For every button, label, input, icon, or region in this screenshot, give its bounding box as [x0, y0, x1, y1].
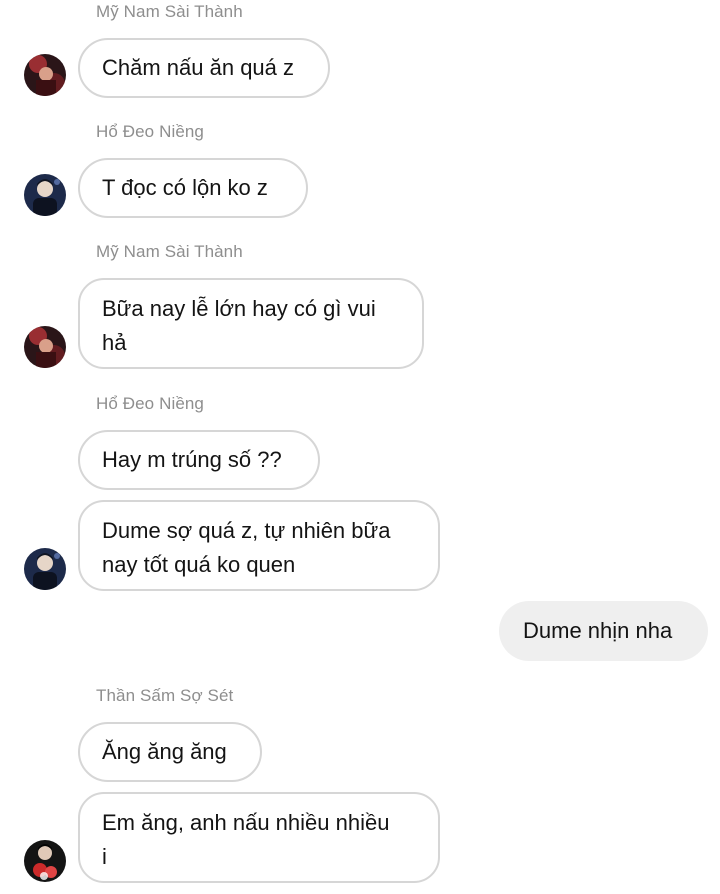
message-text: Dume nhịn nha — [523, 618, 673, 643]
message-line: Dume sợ quá z, tự nhiên bữa — [102, 518, 391, 543]
sender-name: Thần Sấm Sợ Sét — [96, 686, 234, 705]
message-line: Bữa nay lễ lớn hay có gì vui — [102, 296, 376, 321]
message-line: nay tốt quá ko quen — [102, 552, 296, 577]
avatar-photo-icon — [24, 548, 66, 590]
avatar-than-sam[interactable] — [24, 840, 66, 882]
message-text: Chăm nấu ăn quá z — [102, 55, 295, 80]
avatar-ho-deo-nieng[interactable] — [24, 174, 66, 216]
message-bubble[interactable]: Chăm nấu ăn quá z — [78, 38, 330, 98]
message-text: Hay m trúng số ?? — [102, 447, 282, 472]
message-line: hả — [102, 330, 127, 355]
message-text: Ăng ăng ăng — [102, 739, 227, 764]
message-bubble[interactable]: Bữa nay lễ lớn hay có gì vui hả — [78, 278, 424, 369]
avatar-ho-deo-nieng[interactable] — [24, 548, 66, 590]
sender-name: Mỹ Nam Sài Thành — [96, 2, 243, 21]
own-message-bubble[interactable]: Dume nhịn nha — [499, 601, 708, 661]
sender-name: Hổ Đeo Niềng — [96, 394, 204, 413]
avatar-photo-icon — [24, 326, 66, 368]
sender-name: Mỹ Nam Sài Thành — [96, 242, 243, 261]
message-bubble[interactable]: T đọc có lộn ko z — [78, 158, 308, 218]
message-text-block: Em ăng, anh nấu nhiều nhiều i — [102, 806, 389, 874]
message-text-block: Bữa nay lễ lớn hay có gì vui hả — [102, 292, 376, 360]
avatar-photo-icon — [24, 840, 66, 882]
avatar-my-nam[interactable] — [24, 326, 66, 368]
avatar-photo-icon — [24, 54, 66, 96]
message-bubble[interactable]: Ăng ăng ăng — [78, 722, 262, 782]
avatar-photo-icon — [24, 174, 66, 216]
message-line: Em ăng, anh nấu nhiều nhiều — [102, 810, 390, 835]
message-text-block: Dume sợ quá z, tự nhiên bữa nay tốt quá … — [102, 514, 390, 582]
message-line: i — [102, 844, 107, 869]
message-text: T đọc có lộn ko z — [102, 175, 268, 200]
sender-name: Hổ Đeo Niềng — [96, 122, 204, 141]
message-bubble[interactable]: Hay m trúng số ?? — [78, 430, 320, 490]
message-bubble[interactable]: Dume sợ quá z, tự nhiên bữa nay tốt quá … — [78, 500, 440, 591]
avatar-my-nam[interactable] — [24, 54, 66, 96]
message-bubble[interactable]: Em ăng, anh nấu nhiều nhiều i — [78, 792, 440, 883]
